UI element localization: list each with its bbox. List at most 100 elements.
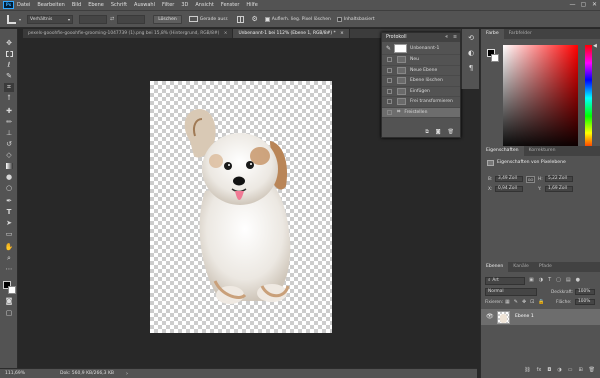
new-layer-icon[interactable]: ⊞ [578,367,582,377]
menu-ebene[interactable]: Ebene [88,2,104,8]
ratio-select[interactable]: Verhältnis ▾ [27,14,74,24]
move-tool-icon[interactable]: ✥ [4,39,14,48]
filter-toggle-icon[interactable]: ● [576,277,580,285]
hue-arrow-icon[interactable]: ◀ [593,43,597,49]
filter-adjust-icon[interactable]: ◑ [539,277,543,285]
menu-hilfe[interactable]: Hilfe [246,2,257,8]
history-state-selected[interactable]: ⌗ Freistellen [382,107,460,118]
history-state[interactable]: Ebene löschen [382,76,460,87]
swap-icon[interactable]: ⇄ [110,16,114,22]
link-layers-icon[interactable]: ⛓ [524,367,530,377]
opacity-field[interactable]: 100% [575,289,595,295]
minimize-button[interactable]: — [567,0,578,10]
group-folder-icon[interactable]: ▭ [568,367,573,377]
history-source-checkbox[interactable] [387,67,392,73]
camera-icon[interactable]: ◙ [436,129,441,135]
tab-farbfelder[interactable]: Farbfelder [504,29,537,39]
trash-icon[interactable]: 🗑 [589,367,595,377]
quick-select-tool-icon[interactable]: ✎ [4,72,14,81]
history-state[interactable]: Einfügen [382,87,460,97]
width-field[interactable]: 3,49 Zoll [495,176,523,182]
y-field[interactable]: 1,69 Zoll [545,186,573,192]
tab-farbe[interactable]: Farbe [481,29,504,39]
filter-shape-icon[interactable]: ▢ [556,277,561,285]
history-icon[interactable]: ⟲ [466,34,476,43]
bg-color-mini[interactable] [491,54,499,62]
color-wheel-icon[interactable]: ◐ [466,49,476,58]
crop-tool-icon[interactable]: ⌗ [4,83,14,92]
history-source-checkbox[interactable] [387,99,392,105]
lock-transparency-icon[interactable]: ▦ [505,299,510,305]
x-field[interactable]: 0,94 Zoll [495,186,523,192]
shape-tool-icon[interactable]: ▭ [4,230,14,239]
close-icon[interactable]: × [224,31,228,36]
history-snapshot[interactable]: ✎ Unbenannt-1 [382,42,460,55]
delete-cropped-checkbox[interactable] [264,16,270,22]
tab-korrekturen[interactable]: Korrekturen [524,146,561,156]
tab-pfade[interactable]: Pfade [534,262,557,272]
menu-datei[interactable]: Datei [17,2,30,8]
healing-tool-icon[interactable]: ✚ [4,107,14,116]
hand-tool-icon[interactable]: ✋ [4,243,14,252]
tab-unbenannt-1[interactable]: Unbenannt-1 bei 112% (Ebene 1, RGB/8#) *… [233,29,350,38]
zoom-tool-icon[interactable]: ⌕ [4,254,14,263]
close-icon[interactable]: × [340,31,344,36]
menu-3d[interactable]: 3D [181,2,188,8]
menu-filter[interactable]: Filter [162,2,174,8]
more-tools-icon[interactable]: ⋯ [4,265,14,274]
collapse-icon[interactable]: « [445,33,448,42]
layer-filter-select[interactable]: ⌕ Art [485,277,525,285]
filter-pixel-icon[interactable]: ▣ [529,277,534,285]
height-input[interactable] [117,14,146,24]
brush-source-icon[interactable]: ✎ [386,45,391,52]
type-tool-icon[interactable]: T [4,208,14,217]
history-source-checkbox[interactable] [387,109,392,115]
color-picker-field[interactable] [503,45,578,151]
pen-tool-icon[interactable]: ✒ [4,197,14,206]
panel-menu-icon[interactable]: ≡ [453,33,457,42]
chevron-down-icon[interactable]: ▾ [19,17,21,22]
height-field[interactable]: 5,22 Zoll [545,176,573,182]
marquee-tool-icon[interactable] [4,50,14,59]
adjustment-layer-icon[interactable]: ◑ [557,367,561,377]
document-canvas[interactable] [150,81,332,333]
maximize-button[interactable]: ▢ [578,0,589,10]
clear-button[interactable]: Löschen [153,14,182,24]
filter-type-icon[interactable]: T [548,277,551,285]
layer-row[interactable]: 👁 Ebene 1 [481,309,600,325]
content-aware-checkbox[interactable] [336,16,342,22]
menu-schrift[interactable]: Schrift [111,2,127,8]
link-button[interactable]: GO [526,176,535,183]
straighten-icon[interactable] [188,16,198,22]
history-source-checkbox[interactable] [387,57,392,63]
zoom-level[interactable]: 111,69% [5,371,43,376]
tab-ebenen[interactable]: Ebenen [481,262,509,272]
blur-tool-icon[interactable]: ● [4,173,14,182]
photoshop-logo[interactable]: Ps [3,1,14,9]
fx-icon[interactable]: fx [537,367,542,377]
lock-artboard-icon[interactable]: ⊡ [530,299,534,305]
adjustments-icon[interactable]: ¶ [466,64,476,73]
menu-ansicht[interactable]: Ansicht [195,2,213,8]
hue-slider[interactable] [585,45,592,151]
lasso-tool-icon[interactable]: ℓ [4,61,14,70]
background-color-swatch[interactable] [8,286,16,294]
history-state[interactable]: Neu [382,55,460,66]
fill-field[interactable]: 100% [575,299,595,305]
gear-icon[interactable]: ⚙ [251,15,257,23]
dodge-tool-icon[interactable]: ○ [4,184,14,193]
blend-mode-select[interactable]: Normal [485,288,537,296]
lock-pixels-icon[interactable]: ✎ [514,299,518,305]
eraser-tool-icon[interactable]: ◇ [4,151,14,160]
overlay-grid-icon[interactable] [237,15,245,23]
history-brush-tool-icon[interactable]: ↺ [4,140,14,149]
stamp-tool-icon[interactable]: ⊥ [4,129,14,138]
add-mask-icon[interactable]: ◘ [547,367,551,377]
quick-mask-icon[interactable]: ◙ [4,297,14,306]
history-state[interactable]: Frei transformieren [382,97,460,108]
trash-icon[interactable]: 🗑 [448,129,454,135]
tab-eigenschaften[interactable]: Eigenschaften [481,146,524,156]
menu-bild[interactable]: Bild [72,2,81,8]
filter-smart-icon[interactable]: ▤ [566,277,571,285]
menu-bearbeiten[interactable]: Bearbeiten [37,2,64,8]
